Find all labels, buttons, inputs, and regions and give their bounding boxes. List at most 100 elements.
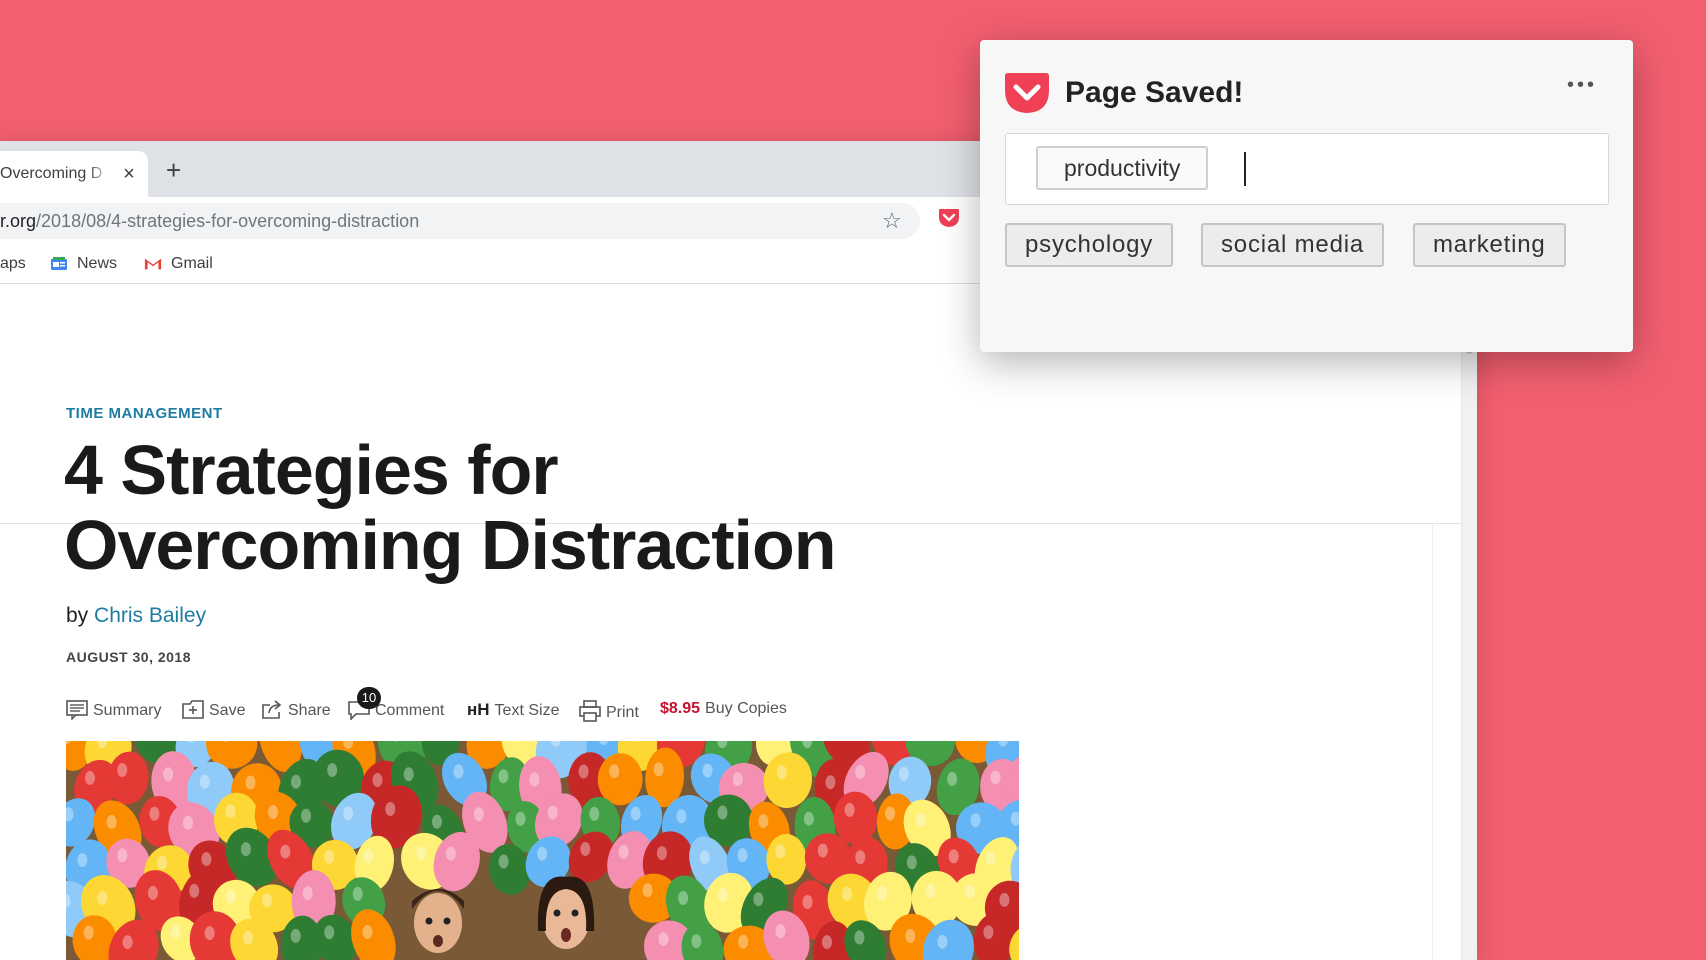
bookmark-news[interactable]: News (50, 255, 117, 273)
bookmark-apps[interactable]: aps (0, 255, 26, 273)
balloon-highlight (261, 893, 272, 908)
tab-title: Overcoming D (0, 165, 103, 182)
balloon-highlight (199, 774, 210, 789)
balloon-highlight (691, 934, 702, 949)
balloon-highlight (855, 850, 866, 865)
balloon-highlight (822, 935, 832, 950)
balloon-highlight (916, 813, 927, 827)
balloon-highlight (618, 844, 629, 859)
pocket-extension-icon[interactable] (938, 208, 960, 228)
byline: by Chris Bailey (66, 604, 206, 628)
text-size-icon: ʜH (467, 700, 490, 719)
balloon-highlight (77, 853, 88, 868)
balloon-highlight (842, 886, 853, 901)
print-button[interactable]: Print (579, 700, 639, 722)
comment-label: Comment (375, 702, 445, 719)
text-size-button[interactable]: ʜH Text Size (467, 700, 559, 720)
balloon-highlight (737, 848, 748, 863)
summary-button[interactable]: Summary (66, 700, 161, 720)
tag-input-field[interactable]: productivity (1005, 133, 1609, 205)
balloon-highlight (537, 846, 548, 861)
balloon-highlight (362, 925, 373, 939)
gmail-icon (144, 258, 162, 270)
topic-link[interactable]: TIME MANAGEMENT (66, 405, 223, 422)
summary-icon (66, 700, 88, 720)
balloon-highlight (653, 762, 664, 777)
save-label: Save (209, 702, 246, 719)
suggested-tag[interactable]: psychology (1005, 223, 1174, 267)
headline-line-1: 4 Strategies for (64, 431, 559, 509)
balloon-highlight (170, 924, 181, 939)
balloon-highlight (802, 895, 813, 909)
balloon-highlight (97, 890, 108, 905)
url-path: /2018/08/4-strategies-for-overcoming-dis… (36, 211, 420, 231)
url-host: r.org (0, 211, 37, 231)
balloon-highlight (157, 855, 168, 870)
tag-pill[interactable]: productivity (1036, 146, 1209, 190)
browser-tab[interactable]: Overcoming D × (0, 151, 148, 197)
balloon-highlight (445, 846, 456, 861)
balloon-highlight (964, 884, 975, 899)
save-button[interactable]: Save (182, 700, 245, 720)
new-tab-button[interactable]: + (166, 157, 181, 183)
close-tab-icon[interactable]: × (118, 163, 140, 185)
balloon-highlight (580, 842, 591, 856)
byline-prefix: by (66, 604, 89, 627)
price: $8.95 (660, 700, 701, 717)
bookmark-apps-label: aps (0, 255, 26, 272)
balloon-highlight (738, 934, 749, 949)
balloon-highlight (83, 925, 94, 940)
balloon-highlight (515, 811, 526, 826)
balloon-highlight (937, 934, 948, 949)
balloon-highlight (473, 807, 484, 822)
suggested-tag[interactable]: marketing (1413, 223, 1566, 267)
balloon-highlight (498, 769, 509, 784)
balloon-highlight (732, 772, 743, 787)
balloon-highlight (148, 885, 158, 900)
balloon-highlight (718, 887, 729, 902)
balloon-highlight (642, 883, 653, 898)
headline-line-2: Overcoming Distraction (64, 506, 837, 584)
balloon-highlight (905, 928, 916, 943)
buy-copies-label: Buy Copies (705, 700, 787, 717)
balloon-highlight (775, 924, 786, 939)
more-options-icon[interactable]: ••• (1567, 74, 1597, 97)
publish-date: AUGUST 30, 2018 (66, 649, 191, 665)
author-link[interactable]: Chris Bailey (94, 604, 206, 627)
bookmark-star-icon[interactable]: ☆ (882, 209, 902, 233)
tag-text-input[interactable] (1240, 152, 1594, 188)
balloon-highlight (245, 775, 256, 790)
balloon-highlight (189, 883, 200, 898)
text-caret (1244, 152, 1246, 186)
balloon-highlight (291, 774, 301, 789)
balloon-highlight (385, 802, 396, 816)
balloon-highlight (163, 767, 174, 782)
bookmark-news-label: News (77, 255, 118, 272)
buy-copies-button[interactable]: $8.95 Buy Copies (660, 700, 787, 718)
balloon-highlight (678, 891, 689, 905)
page-scrollbar[interactable] (1461, 284, 1477, 960)
balloon-highlight (416, 846, 427, 861)
balloon-highlight (149, 806, 160, 821)
balloon-highlight (656, 846, 667, 861)
url-text[interactable]: r.org/2018/08/4-strategies-for-overcomin… (0, 211, 419, 232)
printer-icon (579, 700, 601, 722)
balloon-highlight (925, 883, 936, 898)
bookmark-gmail-label: Gmail (171, 255, 213, 272)
address-bar[interactable]: r.org/2018/08/4-strategies-for-overcomin… (0, 203, 920, 239)
bookmark-gmail[interactable]: Gmail (144, 255, 213, 273)
summary-label: Summary (93, 702, 162, 719)
share-button[interactable]: Share (261, 700, 331, 720)
print-label: Print (606, 704, 639, 721)
balloon-highlight (268, 805, 278, 819)
pocket-saved-popup: Page Saved! ••• productivity psychology … (980, 40, 1633, 352)
balloon-highlight (844, 802, 855, 817)
balloon-highlight (280, 844, 291, 859)
news-icon (51, 257, 67, 270)
suggested-tag[interactable]: social media (1201, 223, 1384, 267)
pocket-logo-icon (1005, 73, 1049, 113)
balloon-highlight (825, 775, 836, 790)
balloon-highlight (302, 886, 313, 901)
balloon-highlight (290, 928, 301, 943)
balloon-highlight (702, 763, 713, 778)
